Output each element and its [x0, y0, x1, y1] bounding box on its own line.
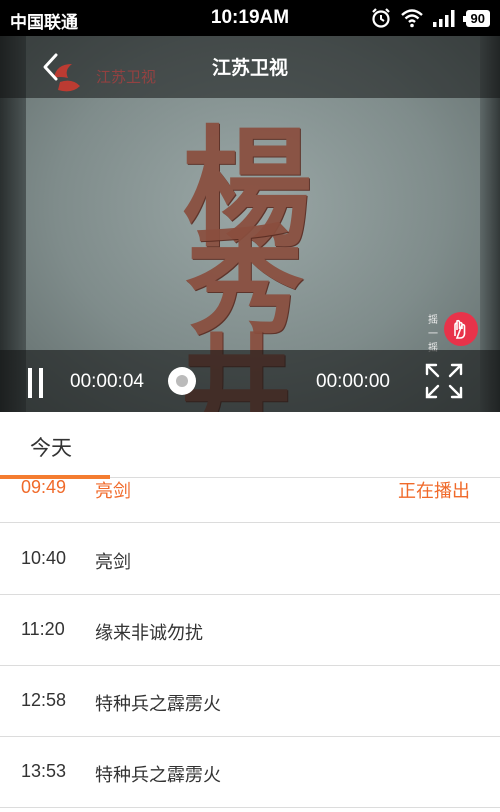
player-top-bar: 江苏卫视 江苏卫视 [0, 36, 500, 98]
program-time: 12:58 [21, 690, 67, 710]
program-title: 亮剑 [95, 552, 131, 573]
program-title: 亮剑 [95, 481, 131, 502]
list-item-program[interactable]: 09:49 亮剑 正在播出 [0, 478, 500, 523]
total-time: 00:00:00 [316, 371, 390, 392]
list-item-program[interactable]: 11:20 缘来非诚勿扰 [0, 595, 500, 666]
tab-today-label: 今天 [30, 436, 72, 460]
wifi-icon [400, 9, 423, 28]
shake-hand-icon [444, 312, 478, 346]
list-item-program[interactable]: 10:40 亮剑 [0, 524, 500, 595]
status-bar: 中国联通 10:19AM 90 [0, 0, 500, 36]
list-item-program[interactable]: 13:53 特种兵之霹雳火 [0, 737, 500, 808]
player-controls: 00:00:04 00:00:00 [0, 350, 500, 412]
program-time: 11:20 [21, 619, 65, 639]
seek-slider-knob[interactable] [168, 367, 196, 395]
player-title: 江苏卫视 [211, 57, 288, 79]
program-time: 09:49 [21, 478, 67, 497]
program-title: 特种兵之霹雳火 [95, 765, 221, 786]
tab-today[interactable]: 今天 [0, 412, 110, 479]
pause-icon[interactable] [26, 368, 46, 398]
signal-icon [432, 10, 455, 27]
day-tab-bar: 今天 [0, 412, 500, 479]
program-time: 10:40 [21, 548, 67, 568]
program-time: 13:53 [21, 761, 67, 781]
program-title: 特种兵之霹雳火 [95, 694, 221, 715]
shake-badge[interactable]: 摇一摇 [428, 312, 482, 354]
battery-icon: 90 [462, 9, 490, 27]
fullscreen-icon[interactable] [424, 362, 464, 400]
status-icons: 90 [370, 7, 490, 29]
alarm-icon [371, 8, 390, 28]
now-playing-label: 正在播出 [398, 481, 470, 502]
program-title: 缘来非诚勿扰 [95, 623, 203, 644]
current-time: 00:00:04 [70, 371, 144, 392]
program-schedule-list: 09:49 亮剑 正在播出 10:40 亮剑 11:20 缘来非诚勿扰 12:5… [0, 478, 500, 812]
video-player[interactable]: 楊 秀 井 江苏卫视 江苏卫视 摇一摇 00:00:04 00:00:00 [0, 36, 500, 412]
list-item-program[interactable]: 12:58 特种兵之霹雳火 [0, 666, 500, 737]
